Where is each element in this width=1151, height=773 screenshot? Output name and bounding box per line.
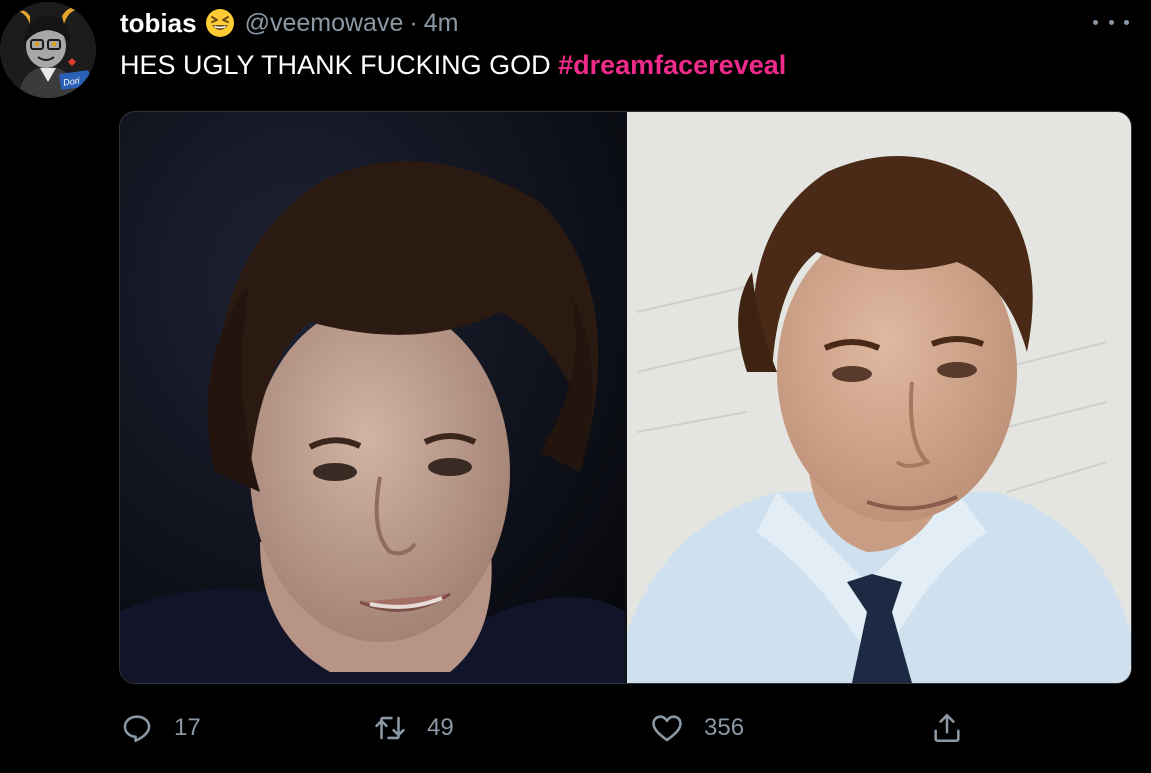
hashtag-link[interactable]: #dreamfacereveal: [558, 50, 786, 80]
retweet-button[interactable]: 49: [373, 706, 454, 750]
tweet-text: HES UGLY THANK FUCKING GOD #dreamfacerev…: [120, 50, 786, 81]
media-grid: [119, 111, 1132, 684]
share-icon: [934, 713, 960, 743]
tweet: Dori tobias @veemowave · 4m HES UGLY THA…: [0, 0, 1151, 773]
reply-button[interactable]: 17: [120, 706, 201, 750]
display-name[interactable]: tobias: [120, 8, 197, 39]
retweet-count: 49: [427, 714, 454, 741]
photo-left[interactable]: [120, 112, 625, 683]
share-button[interactable]: [930, 706, 964, 750]
tweet-header: tobias @veemowave · 4m: [120, 6, 458, 40]
like-button[interactable]: 356: [650, 706, 744, 750]
like-count: 356: [704, 714, 745, 741]
timestamp[interactable]: 4m: [424, 9, 459, 38]
retweet-icon: [375, 716, 405, 740]
tweet-body-text: HES UGLY THANK FUCKING GOD: [120, 50, 559, 80]
reply-icon: [123, 715, 151, 743]
photo-right[interactable]: [627, 112, 1131, 683]
handle[interactable]: @veemowave: [245, 9, 404, 38]
grinning-squinting-face-icon: [205, 8, 235, 38]
avatar[interactable]: Dori: [0, 2, 96, 98]
separator-dot: ·: [409, 8, 418, 37]
avatar-image: Dori: [0, 2, 96, 98]
photo-left-image: [120, 112, 625, 683]
photo-right-image: [627, 112, 1131, 683]
like-icon: [652, 715, 682, 742]
more-icon[interactable]: [1093, 10, 1129, 34]
reply-count: 17: [174, 714, 201, 741]
action-bar: 17 49 356: [120, 706, 980, 750]
